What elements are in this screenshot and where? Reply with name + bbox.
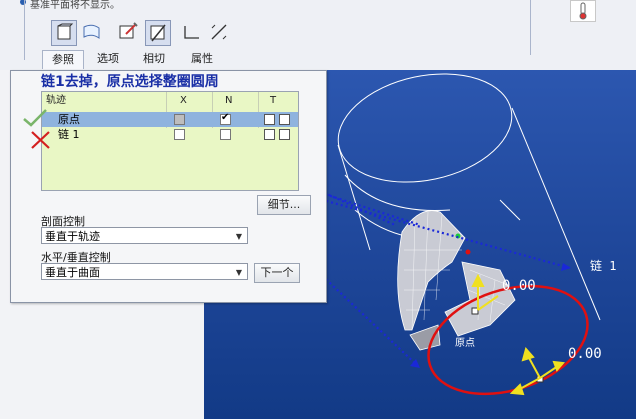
t-checkbox-2[interactable] bbox=[279, 114, 290, 125]
tab-tangency[interactable]: 相切 bbox=[134, 50, 174, 68]
references-panel: 链1去掉，原点选择整圈圆周 轨迹 X N T 原点 链 1 细节... 剖面控制 bbox=[10, 70, 327, 303]
t-checkbox-2[interactable] bbox=[279, 129, 290, 140]
flip-direction-icon[interactable] bbox=[207, 20, 233, 46]
t-checkbox-1[interactable] bbox=[264, 129, 275, 140]
variable-section-sweep-button[interactable] bbox=[51, 20, 77, 46]
col-header-trajectory: 轨迹 bbox=[46, 95, 66, 106]
hv-control-select[interactable]: 垂直于曲面 ▼ bbox=[41, 263, 248, 280]
feature-dashboard: 基准平面将不显示。 参照 选项 相切 属性 bbox=[0, 0, 636, 70]
col-header-x: X bbox=[180, 95, 187, 106]
annotation-text: 链1去掉，原点选择整圈圆周 bbox=[41, 74, 219, 90]
message-text: 基准平面将不显示。 bbox=[30, 0, 120, 11]
sketch-section-icon[interactable] bbox=[116, 20, 142, 46]
grid-row-origin[interactable]: 原点 bbox=[42, 112, 298, 127]
check-mark-icon bbox=[23, 109, 47, 127]
grid-row-chain1[interactable]: 链 1 bbox=[42, 127, 298, 142]
tab-options[interactable]: 选项 bbox=[88, 50, 128, 68]
section-control-select[interactable]: 垂直于轨迹 ▼ bbox=[41, 227, 248, 244]
toolbar-divider bbox=[24, 0, 25, 60]
hv-control-value: 垂直于曲面 bbox=[45, 266, 100, 279]
chevron-down-icon: ▼ bbox=[235, 268, 242, 277]
n-checkbox[interactable] bbox=[220, 112, 231, 125]
cross-mark-icon bbox=[31, 131, 50, 149]
col-header-t: T bbox=[270, 95, 277, 106]
remove-material-icon[interactable] bbox=[145, 20, 171, 46]
trajectory-grid: 轨迹 X N T 原点 链 1 bbox=[41, 91, 299, 191]
section-control-value: 垂直于轨迹 bbox=[45, 230, 100, 243]
surface-sweep-icon[interactable] bbox=[80, 20, 106, 46]
t-checkbox-1[interactable] bbox=[264, 114, 275, 125]
chevron-down-icon: ▼ bbox=[235, 232, 242, 241]
x-checkbox[interactable] bbox=[174, 114, 185, 125]
row-label: 原点 bbox=[58, 113, 80, 126]
details-button[interactable]: 细节... bbox=[257, 195, 311, 215]
toolbar-divider bbox=[530, 0, 531, 55]
message-bullet-icon bbox=[20, 0, 26, 5]
tab-references[interactable]: 参照 bbox=[42, 50, 84, 69]
col-header-n: N bbox=[225, 95, 233, 106]
row-label: 链 1 bbox=[58, 128, 80, 141]
thicken-icon[interactable] bbox=[180, 20, 206, 46]
tab-properties[interactable]: 属性 bbox=[182, 50, 222, 68]
next-button[interactable]: 下一个 bbox=[254, 263, 300, 283]
regeneration-status-icon bbox=[570, 0, 596, 22]
x-checkbox[interactable] bbox=[174, 129, 185, 140]
n-checkbox[interactable] bbox=[220, 129, 231, 140]
